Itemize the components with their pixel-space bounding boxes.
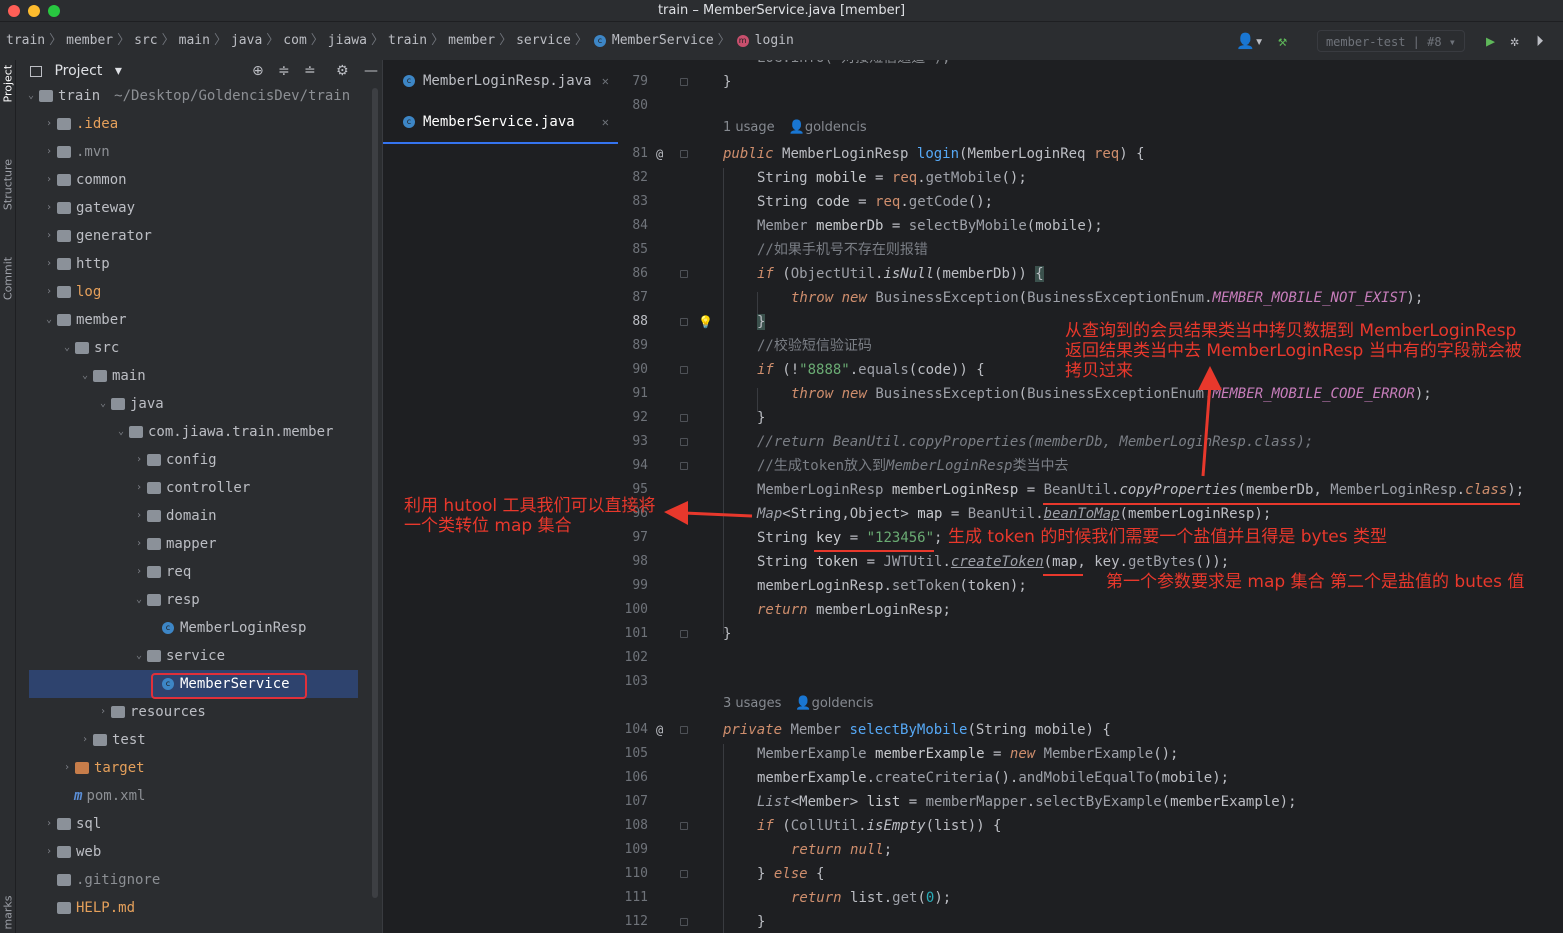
arrow-up [1201,383,1212,477]
annotation-salt-note: 生成 token 的时候我们需要一个盐值并且得是 bytes 类型 [948,527,1387,547]
annotation-map-note: 利用 hutool 工具我们可以直接将 一个类转位 map 集合 [404,496,656,536]
arrow-head [664,501,688,525]
annotation-copy-note: 从查询到的会员结果类当中拷贝数据到 MemberLoginResp 返回结果类当… [1065,321,1522,381]
arrow-left [683,511,753,518]
ide-window: train – MemberService.java [member] trai… [0,0,1563,933]
annotation-arrows [664,366,1222,525]
annotation-param-note: 第一个参数要求是 map 集合 第二个是盐值的 butes 值 [1106,572,1525,592]
